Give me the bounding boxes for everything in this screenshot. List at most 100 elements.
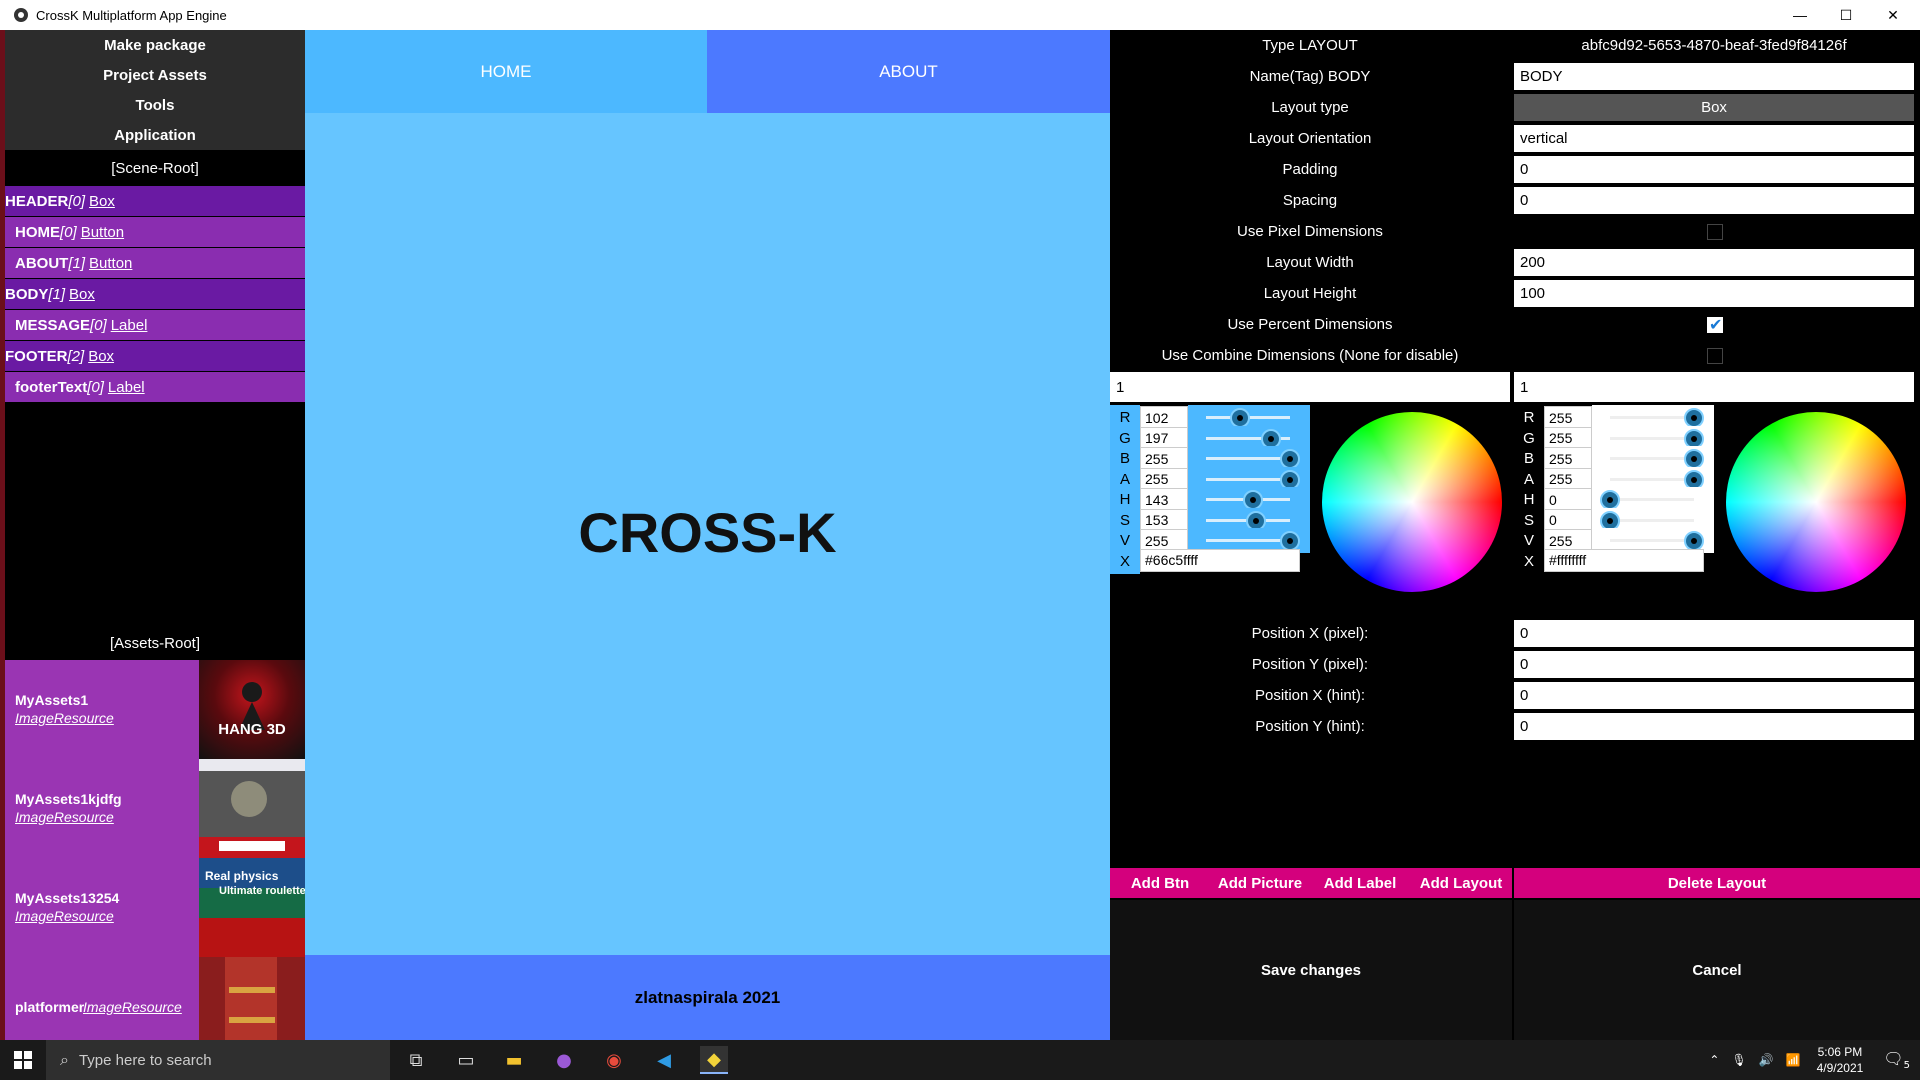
tree-item-type-link[interactable]: Label bbox=[108, 379, 145, 396]
tree-item-footer[interactable]: FOOTER [2] Box bbox=[5, 341, 305, 371]
hex-input[interactable]: #66c5ffff bbox=[1140, 548, 1300, 572]
tree-item-type-link[interactable]: Button bbox=[81, 224, 124, 241]
add-picture-button[interactable]: Add Picture bbox=[1210, 868, 1310, 898]
channel-slider-track[interactable] bbox=[1610, 518, 1694, 522]
name-input[interactable]: BODY bbox=[1514, 63, 1914, 90]
height-input[interactable]: 100 bbox=[1514, 280, 1914, 307]
asset-type-link[interactable]: ImageResource bbox=[15, 710, 114, 726]
roulette-thumbnail-art: Real physics Ultimate roulette bbox=[205, 869, 305, 897]
asset-type-link[interactable]: ImageResource bbox=[83, 999, 182, 1015]
combine-dims-checkbox[interactable] bbox=[1707, 348, 1723, 364]
channel-slider-track[interactable] bbox=[1206, 477, 1290, 481]
scene-root-label[interactable]: [Scene-Root] bbox=[5, 150, 305, 186]
preview-about-button[interactable]: ABOUT bbox=[707, 30, 1110, 113]
channel-slider-track[interactable] bbox=[1206, 457, 1290, 460]
tree-item-type-link[interactable]: Label bbox=[111, 317, 148, 334]
hex-input[interactable]: #ffffffff bbox=[1544, 548, 1704, 572]
padding-input[interactable]: 0 bbox=[1514, 156, 1914, 183]
chrome-icon[interactable]: ◉ bbox=[600, 1046, 628, 1074]
layout-type-button[interactable]: Box bbox=[1514, 94, 1914, 121]
clock-time: 5:06 PM bbox=[1817, 1045, 1863, 1059]
asset-type-link[interactable]: ImageResource bbox=[15, 908, 114, 924]
cancel-button[interactable]: Cancel bbox=[1514, 900, 1920, 1040]
tree-item-home[interactable]: HOME [0] Button bbox=[5, 217, 305, 247]
type-label: Type LAYOUT bbox=[1262, 37, 1358, 54]
orientation-input[interactable]: vertical bbox=[1514, 125, 1914, 152]
color-wheel[interactable] bbox=[1322, 412, 1502, 592]
channel-slider-track[interactable] bbox=[1610, 436, 1694, 440]
asset-item[interactable]: MyAssets1 ImageResource HANG 3D bbox=[5, 660, 305, 759]
channel-slider-track[interactable] bbox=[1610, 498, 1694, 501]
asset-item[interactable]: MyAssets13254 ImageResource Real physics… bbox=[5, 858, 305, 957]
asset-item[interactable]: MyAssets1kjdfg ImageResource bbox=[5, 759, 305, 858]
preview-message-label: CROSS-K bbox=[578, 501, 837, 564]
close-button[interactable]: ✕ bbox=[1870, 0, 1916, 30]
tree-item-index: [2] bbox=[67, 347, 85, 365]
volume-icon[interactable]: 🔊 bbox=[1759, 1053, 1774, 1067]
channel-slider-track[interactable] bbox=[1610, 539, 1694, 542]
preview-home-button[interactable]: HOME bbox=[305, 30, 707, 113]
tree-item-footertext[interactable]: footerText [0] Label bbox=[5, 372, 305, 402]
task-view-icon[interactable]: ⧉ bbox=[402, 1046, 430, 1074]
pixel-dims-checkbox[interactable] bbox=[1707, 224, 1723, 240]
channel-slider-track[interactable] bbox=[1610, 477, 1694, 481]
clock[interactable]: 5:06 PM 4/9/2021 bbox=[1817, 1044, 1864, 1076]
delete-layout-button[interactable]: Delete Layout bbox=[1514, 868, 1920, 898]
chevron-up-icon[interactable]: ⌃ bbox=[1709, 1053, 1719, 1067]
python-app-icon[interactable]: ◆ bbox=[700, 1046, 728, 1074]
padding-label: Padding bbox=[1282, 161, 1338, 178]
notifications-icon[interactable]: 🗨5 bbox=[1883, 1049, 1910, 1071]
channel-slider-track[interactable] bbox=[1206, 539, 1290, 542]
tree-item-body[interactable]: BODY [1] Box bbox=[5, 279, 305, 309]
add-btn-button[interactable]: Add Btn bbox=[1110, 868, 1210, 898]
posx-hint-label: Position X (hint): bbox=[1254, 687, 1366, 704]
combine-input-b[interactable]: 1 bbox=[1514, 372, 1914, 402]
file-explorer-icon[interactable]: ▬ bbox=[500, 1046, 528, 1074]
tree-item-header[interactable]: HEADER [0] Box bbox=[5, 186, 305, 216]
width-input[interactable]: 200 bbox=[1514, 249, 1914, 276]
asset-thumbnail: Real physics Ultimate roulette bbox=[199, 858, 305, 957]
posx-hint-input[interactable]: 0 bbox=[1514, 682, 1914, 709]
posy-pixel-input[interactable]: 0 bbox=[1514, 651, 1914, 678]
channel-slider-track[interactable] bbox=[1610, 457, 1694, 460]
spacing-input[interactable]: 0 bbox=[1514, 187, 1914, 214]
color-wheel[interactable] bbox=[1726, 412, 1906, 592]
percent-dims-checkbox[interactable] bbox=[1707, 315, 1723, 334]
github-desktop-icon[interactable]: ● bbox=[550, 1046, 578, 1074]
microphone-icon[interactable]: 🎙 bbox=[1731, 1053, 1746, 1067]
tree-item-type-link[interactable]: Box bbox=[88, 348, 114, 365]
orientation-label: Layout Orientation bbox=[1248, 130, 1372, 147]
maximize-button[interactable]: ☐ bbox=[1823, 0, 1869, 30]
menu-project-assets[interactable]: Project Assets bbox=[5, 60, 305, 90]
save-changes-button[interactable]: Save changes bbox=[1110, 900, 1512, 1040]
tree-item-type-link[interactable]: Box bbox=[69, 286, 95, 303]
taskbar-search[interactable]: ⌕ Type here to search bbox=[46, 1040, 390, 1080]
assets-root-label[interactable]: [Assets-Root] bbox=[5, 625, 305, 661]
windows-logo-icon bbox=[14, 1051, 32, 1069]
window-title: CrossK Multiplatform App Engine bbox=[36, 7, 227, 23]
tree-item-type-link[interactable]: Box bbox=[89, 193, 115, 210]
posy-hint-input[interactable]: 0 bbox=[1514, 713, 1914, 740]
hang3d-thumbnail-art: HANG 3D bbox=[218, 682, 286, 738]
tree-item-type-link[interactable]: Button bbox=[89, 255, 132, 272]
channel-slider-track[interactable] bbox=[1610, 416, 1694, 419]
combine-input-a[interactable]: 1 bbox=[1110, 372, 1510, 402]
spacing-label: Spacing bbox=[1282, 192, 1338, 209]
network-icon[interactable]: 📶 bbox=[1786, 1053, 1801, 1067]
menu-tools[interactable]: Tools bbox=[5, 90, 305, 120]
system-tray: ⌃ 🎙 🔊 📶 5:06 PM 4/9/2021 🗨5 bbox=[1709, 1040, 1920, 1080]
tree-item-name: FOOTER bbox=[5, 347, 68, 365]
tree-item-message[interactable]: MESSAGE [0] Label bbox=[5, 310, 305, 340]
asset-type-link[interactable]: ImageResource bbox=[15, 809, 114, 825]
picker-hex-row: X #66c5ffff bbox=[1110, 548, 1310, 574]
posx-pixel-input[interactable]: 0 bbox=[1514, 620, 1914, 647]
minimize-button[interactable]: — bbox=[1777, 0, 1823, 30]
menu-application[interactable]: Application bbox=[5, 120, 305, 150]
vscode-icon[interactable]: ◀ bbox=[650, 1046, 678, 1074]
add-label-button[interactable]: Add Label bbox=[1310, 868, 1410, 898]
tree-item-about[interactable]: ABOUT [1] Button bbox=[5, 248, 305, 278]
start-button[interactable] bbox=[0, 1040, 46, 1080]
menu-make-package[interactable]: Make package bbox=[5, 30, 305, 60]
add-layout-button[interactable]: Add Layout bbox=[1410, 868, 1512, 898]
terminal-icon[interactable]: ▭ bbox=[452, 1046, 480, 1074]
